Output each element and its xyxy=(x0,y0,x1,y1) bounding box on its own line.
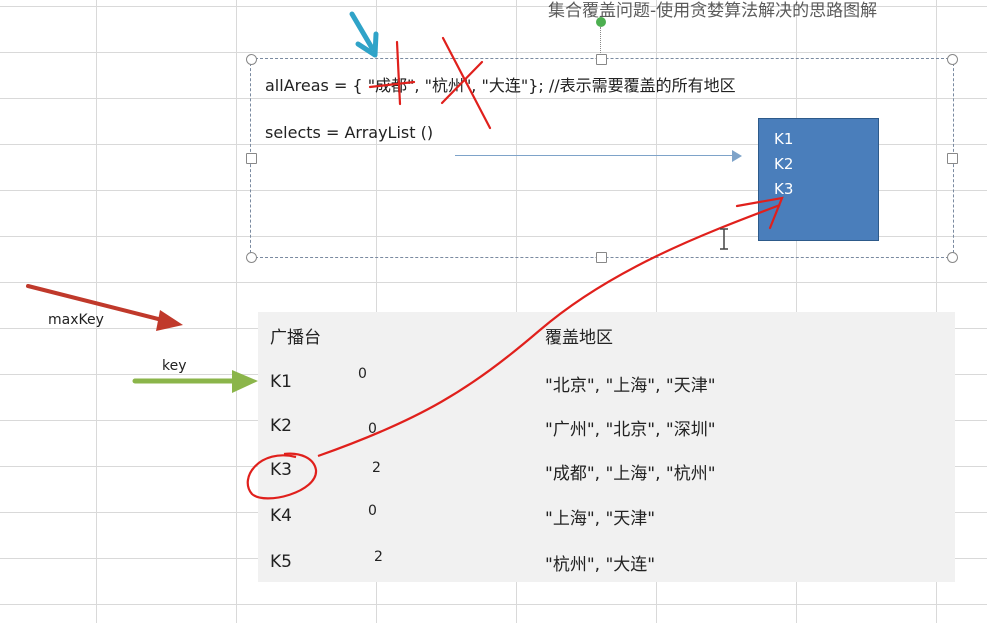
max-key-arrow xyxy=(26,284,183,331)
key-arrow xyxy=(132,370,258,393)
text-cursor-icon xyxy=(720,228,728,250)
strike-hangzhou xyxy=(440,36,492,130)
annotation-layer xyxy=(26,11,784,500)
k3-circle xyxy=(246,452,318,500)
teal-pointer-arrow xyxy=(349,11,379,58)
k3-to-selects-curve xyxy=(317,203,781,458)
